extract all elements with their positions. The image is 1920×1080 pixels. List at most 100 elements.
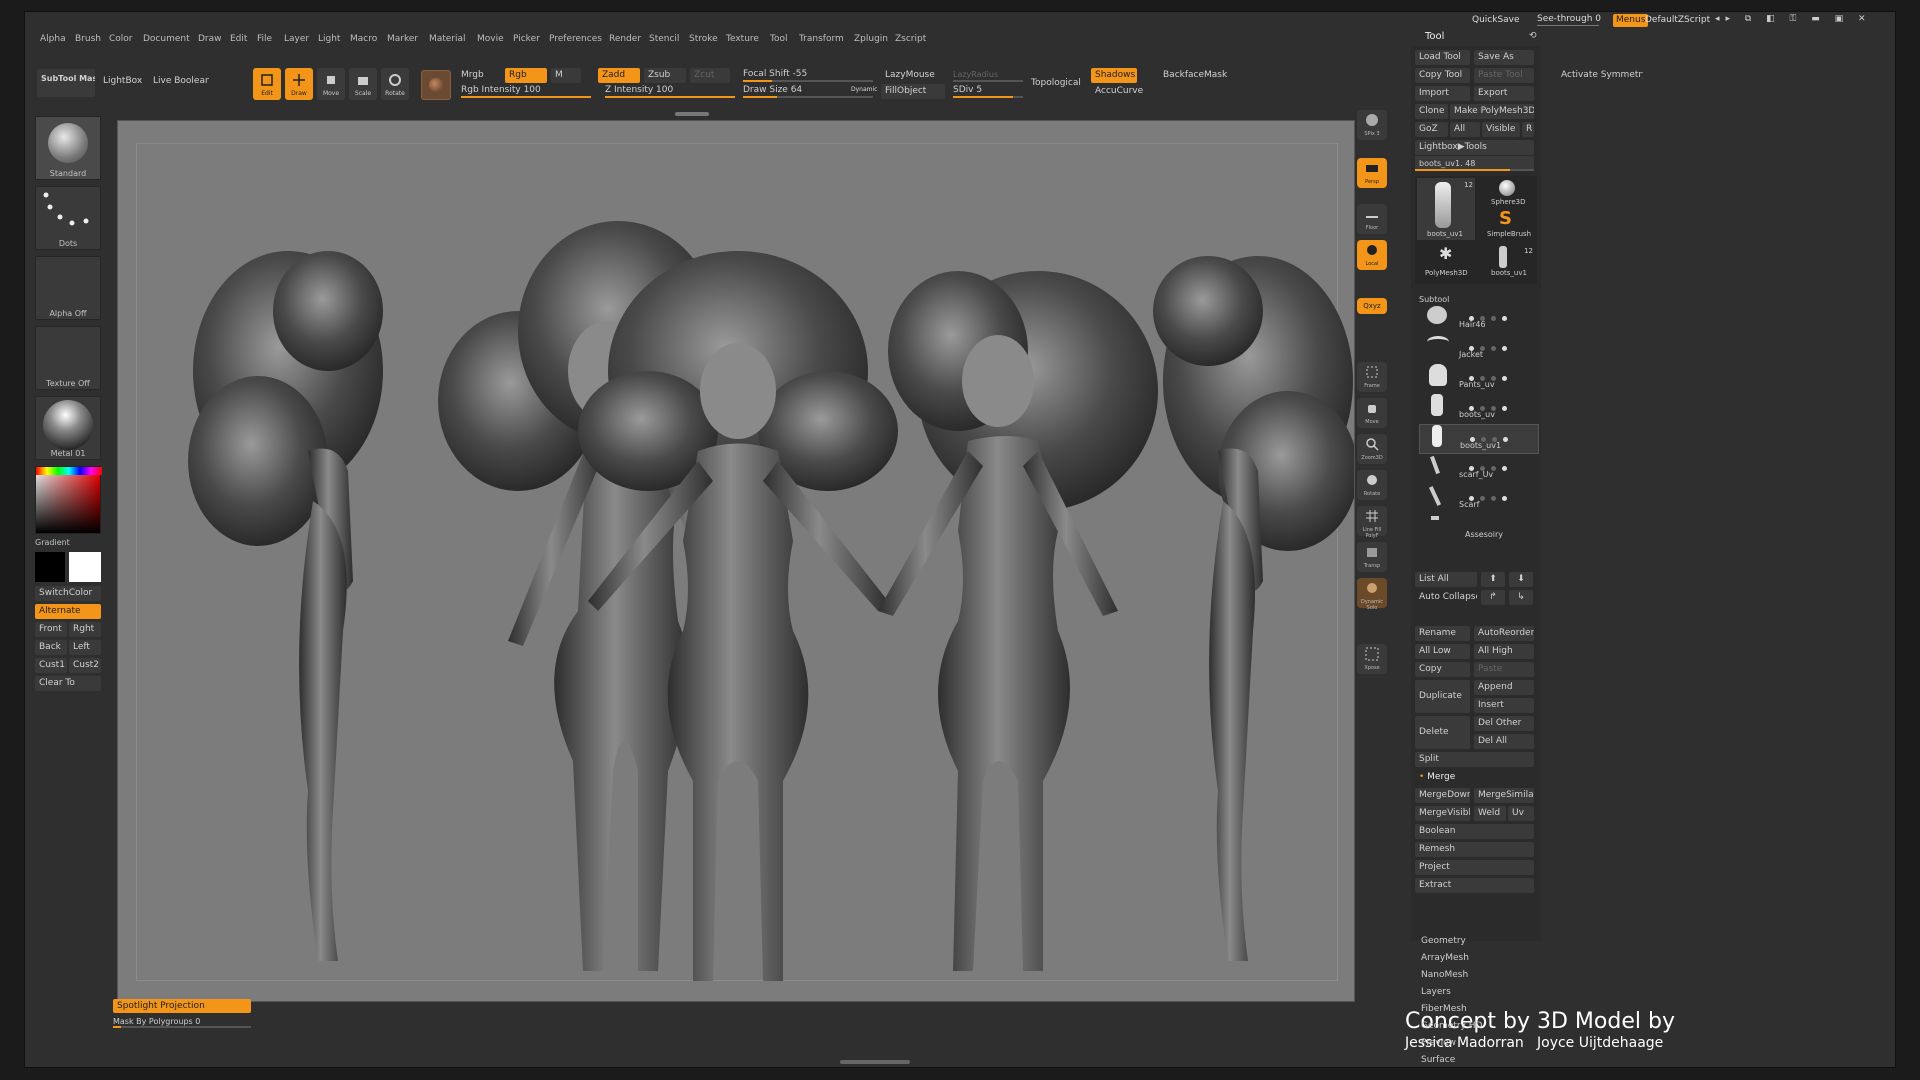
auto-collapse-button[interactable]: Auto Collapse [1415, 590, 1477, 605]
goz-all-button[interactable]: All [1450, 122, 1480, 137]
seethrough-slider[interactable]: See-through 0 [1537, 14, 1601, 26]
scale-mode-button[interactable]: Scale [349, 68, 377, 100]
goz-r-button[interactable]: R [1522, 122, 1534, 137]
floor-button[interactable]: Floor [1357, 204, 1387, 234]
tool-thumb-boots-uv1-2[interactable]: 12 boots_uv1 [1477, 244, 1535, 280]
menu-stroke[interactable]: Stroke [689, 34, 718, 44]
mergevisible-button[interactable]: MergeVisible [1415, 806, 1470, 821]
merge-button[interactable]: • Merge [1415, 770, 1534, 785]
spotlight-projection-button[interactable]: Spotlight Projection [113, 999, 251, 1013]
quicksave-button[interactable]: QuickSave [1472, 15, 1520, 26]
qxyz-button[interactable]: Qxyz [1357, 298, 1387, 314]
subtool-master-button[interactable]: SubTool Master [37, 69, 95, 97]
cust1-view-button[interactable]: Cust1 [35, 658, 67, 673]
menu-tool[interactable]: Tool [770, 34, 787, 44]
material-swatch-button[interactable] [421, 70, 451, 100]
load-tool-button[interactable]: Load Tool [1415, 50, 1470, 65]
move-mode-button[interactable]: Move [317, 68, 345, 100]
lightbox-tools-button[interactable]: Lightbox▶Tools [1415, 140, 1534, 155]
polyf-button[interactable]: Line Fill PolyF [1357, 506, 1387, 539]
shadows-button[interactable]: Shadows [1091, 68, 1137, 83]
mrgb-button[interactable]: Mrgb [457, 68, 501, 83]
zoom3d-button[interactable]: Zoom3D [1357, 434, 1387, 464]
tool-thumb-simplebrush[interactable]: S SimpleBrush [1477, 210, 1535, 240]
menu-zplugin[interactable]: Zplugin [854, 34, 888, 44]
fibermesh-subpalette[interactable]: FiberMesh [1421, 1004, 1467, 1015]
mergedown-button[interactable]: MergeDown [1415, 788, 1470, 803]
xpose-button[interactable]: Xpose [1357, 644, 1387, 674]
menu-document[interactable]: Document [143, 34, 190, 44]
tool-thumb-boots-uv1[interactable]: 12 boots_uv1 [1417, 178, 1475, 240]
subtool-item[interactable]: scarf_Uv [1419, 454, 1539, 484]
menu-brush[interactable]: Brush [75, 34, 101, 44]
subtool-item[interactable]: Hair46 [1419, 304, 1539, 334]
clearto-button[interactable]: Clear To [35, 676, 101, 691]
weld-button[interactable]: Weld [1474, 806, 1506, 821]
transp-button[interactable]: Transp [1357, 542, 1387, 572]
menu-preferences[interactable]: Preferences [549, 34, 602, 44]
preview-subpalette[interactable]: Preview [1421, 1038, 1456, 1049]
del-other-button[interactable]: Del Other [1474, 716, 1534, 731]
menu-movie[interactable]: Movie [477, 34, 504, 44]
goz-button[interactable]: GoZ [1415, 122, 1448, 137]
project-button[interactable]: Project [1415, 860, 1534, 875]
paste-tool-button[interactable]: Paste Tool [1474, 68, 1534, 83]
local-button[interactable]: Local [1357, 240, 1387, 270]
subtool-arrow-button-1[interactable]: ↱ [1481, 590, 1505, 605]
menu-draw[interactable]: Draw [198, 34, 222, 44]
subtool-item[interactable]: Jacket [1419, 334, 1539, 364]
m-button[interactable]: M [551, 68, 581, 83]
edit-mode-button[interactable]: Edit [253, 68, 281, 100]
lazymouse-button[interactable]: LazyMouse [881, 68, 941, 83]
lazyradius-slider[interactable]: LazyRadius [953, 67, 1023, 82]
menu-transform[interactable]: Transform [799, 34, 844, 44]
subtool-arrow-button-2[interactable]: ↳ [1509, 590, 1533, 605]
arraymesh-subpalette[interactable]: ArrayMesh [1421, 953, 1469, 964]
paste-subtool-button[interactable]: Paste [1474, 662, 1534, 677]
alternate-button[interactable]: Alternate [35, 604, 101, 619]
left-view-button[interactable]: Left [69, 640, 101, 655]
subtool-item[interactable]: Assesoiry [1419, 514, 1539, 544]
primary-color-swatch[interactable] [35, 552, 65, 582]
move-subtool-up-button[interactable]: ⬆ [1481, 572, 1505, 587]
layers-subpalette[interactable]: Layers [1421, 987, 1451, 998]
window-control-icons[interactable]: ◂▸ ⧉ ◧ ⚿ ▬ ▣ ✕ [1715, 14, 1872, 25]
duplicate-button[interactable]: Duplicate [1415, 680, 1470, 713]
copy-subtool-button[interactable]: Copy [1415, 662, 1470, 677]
color-picker[interactable] [35, 466, 102, 534]
dynamic-toggle[interactable]: Dynamic [851, 84, 877, 95]
subtool-item[interactable]: boots_uv [1419, 394, 1539, 424]
menu-light[interactable]: Light [318, 34, 340, 44]
switchcolor-button[interactable]: SwitchColor [35, 586, 101, 601]
mergesimilar-button[interactable]: MergeSimilar [1474, 788, 1534, 803]
rotate-mode-button[interactable]: Rotate [381, 68, 409, 100]
move-view-button[interactable]: Move [1357, 398, 1387, 428]
back-view-button[interactable]: Back [35, 640, 67, 655]
all-high-button[interactable]: All High [1474, 644, 1534, 659]
split-button[interactable]: Split [1415, 752, 1534, 767]
menu-texture[interactable]: Texture [726, 34, 759, 44]
boolean-button[interactable]: Boolean [1415, 824, 1534, 839]
menu-zscript[interactable]: Zscript [895, 34, 926, 44]
geometry-subpalette[interactable]: Geometry [1421, 936, 1466, 947]
backfacemask-button[interactable]: BackfaceMask [1159, 68, 1239, 83]
canvas-scroll-handle[interactable] [675, 112, 709, 116]
activate-symmetry-button[interactable]: Activate Symmetry [1557, 68, 1643, 83]
secondary-color-swatch[interactable] [69, 552, 101, 582]
menu-material[interactable]: Material [429, 34, 466, 44]
geometry-hd-subpalette[interactable]: Geometry HD [1421, 1021, 1482, 1032]
export-button[interactable]: Export [1474, 86, 1534, 101]
goz-visible-button[interactable]: Visible [1482, 122, 1520, 137]
hue-strip[interactable] [36, 467, 102, 475]
rename-button[interactable]: Rename [1415, 626, 1470, 641]
subtool-item-selected[interactable]: boots_uv1 [1419, 424, 1539, 454]
current-tool-slider[interactable]: boots_uv1. 48 [1415, 156, 1534, 171]
zsub-button[interactable]: Zsub [644, 68, 686, 83]
mask-by-polygroups-slider[interactable]: Mask By Polygroups 0 [113, 1015, 251, 1028]
dynamic-solo-button[interactable]: Dynamic Solo [1357, 578, 1387, 611]
right-view-button[interactable]: Rght [69, 622, 101, 637]
front-view-button[interactable]: Front [35, 622, 67, 637]
menu-edit[interactable]: Edit [230, 34, 247, 44]
tool-thumb-sphere3d[interactable]: Sphere3D [1477, 178, 1535, 208]
menu-macro[interactable]: Macro [350, 34, 377, 44]
